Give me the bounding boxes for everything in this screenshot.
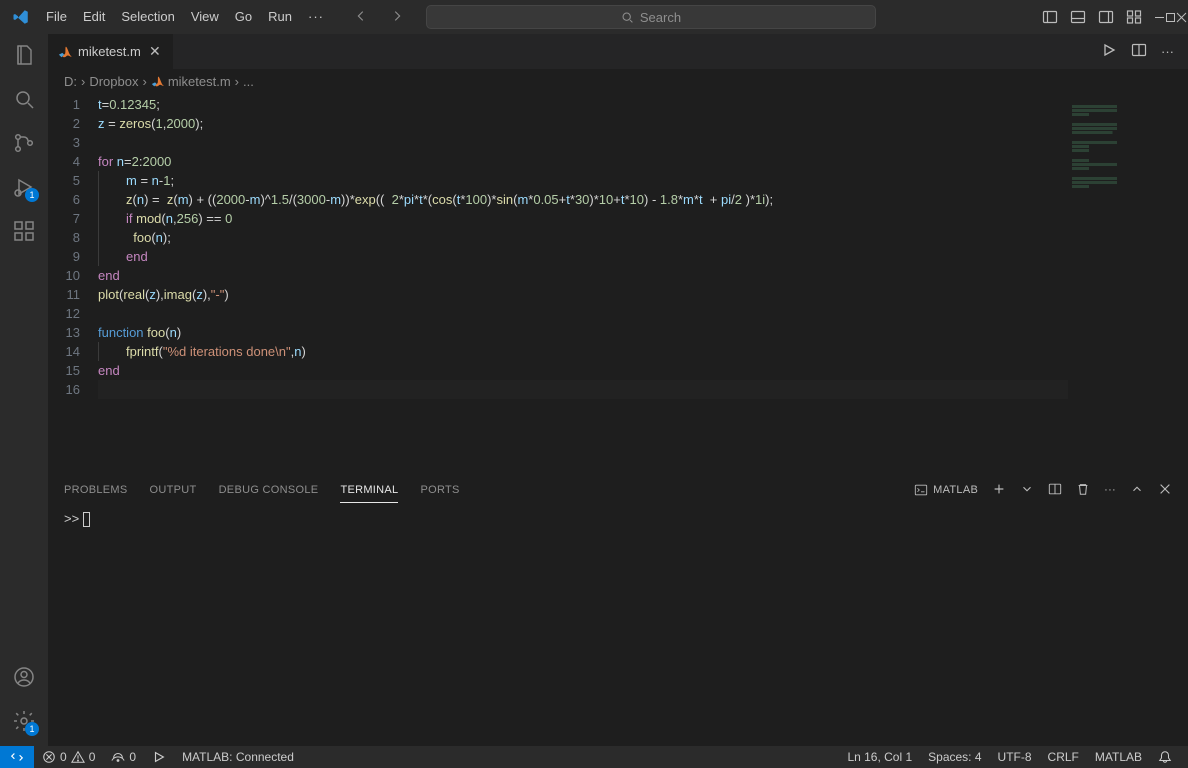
layout-controls [1042, 9, 1184, 25]
panel-overflow-icon[interactable]: ··· [1104, 484, 1116, 496]
editor-tabs: miketest.m ✕ ··· [48, 34, 1188, 69]
explorer-icon[interactable] [11, 42, 37, 68]
panel-tab-debug-console[interactable]: DEBUG CONSOLE [219, 478, 319, 502]
crumb-more[interactable]: ... [243, 74, 254, 89]
menu-overflow[interactable]: ··· [300, 0, 332, 34]
split-terminal-icon[interactable] [1048, 482, 1062, 499]
panel-tab-ports[interactable]: PORTS [420, 478, 459, 502]
customize-layout-icon[interactable] [1126, 9, 1142, 25]
breadcrumb[interactable]: D: › Dropbox › miketest.m › ... [48, 69, 1188, 93]
notifications-icon[interactable] [1150, 750, 1180, 764]
terminal-prompt: >> [64, 511, 79, 526]
terminal-body[interactable]: >> [48, 505, 1188, 746]
editor-region: miketest.m ✕ ··· D: › Dropbox › miketest… [48, 34, 1188, 746]
search-icon[interactable] [11, 86, 37, 112]
tab-title: miketest.m [78, 44, 141, 59]
new-terminal-icon[interactable] [992, 482, 1006, 499]
code-editor[interactable]: 12345678910111213141516 t=0.12345;z = ze… [48, 93, 1188, 474]
vscode-icon [4, 8, 38, 26]
menu-run[interactable]: Run [260, 0, 300, 34]
source-control-icon[interactable] [11, 130, 37, 156]
cursor-position[interactable]: Ln 16, Col 1 [839, 750, 920, 764]
activity-bar: 1 1 [0, 34, 48, 746]
chevron-right-icon: › [235, 74, 239, 89]
matlab-status[interactable]: MATLAB: Connected [174, 750, 302, 764]
search-icon [621, 11, 634, 24]
terminal-profile[interactable]: MATLAB [914, 483, 978, 497]
crumb-drive[interactable]: D: [64, 74, 77, 89]
menu-go[interactable]: Go [227, 0, 260, 34]
search-placeholder: Search [640, 10, 681, 25]
extensions-icon[interactable] [11, 218, 37, 244]
matlab-file-icon [58, 45, 72, 59]
split-editor-icon[interactable] [1131, 42, 1147, 61]
window-maximize-icon[interactable] [1165, 0, 1176, 34]
terminal-dropdown-icon[interactable] [1020, 482, 1034, 499]
toggle-secondary-sidebar-icon[interactable] [1098, 9, 1114, 25]
menu-view[interactable]: View [183, 0, 227, 34]
matlab-file-icon [151, 75, 164, 88]
nav-forward-icon[interactable] [390, 9, 404, 26]
crumb-folder[interactable]: Dropbox [89, 74, 138, 89]
chevron-right-icon: › [81, 74, 85, 89]
nav-back-icon[interactable] [354, 9, 368, 26]
window-minimize-icon[interactable] [1154, 0, 1165, 34]
debug-status-icon[interactable] [144, 750, 174, 764]
window-close-icon[interactable] [1176, 0, 1187, 34]
toggle-panel-icon[interactable] [1070, 9, 1086, 25]
close-panel-icon[interactable] [1158, 482, 1172, 499]
panel-tab-problems[interactable]: PROBLEMS [64, 478, 128, 502]
status-bar: 0 0 0 MATLAB: Connected Ln 16, Col 1 Spa… [0, 746, 1188, 768]
title-bar: File Edit Selection View Go Run ··· Sear… [0, 0, 1188, 34]
run-code-icon[interactable] [1101, 42, 1117, 61]
toggle-primary-sidebar-icon[interactable] [1042, 9, 1058, 25]
bottom-panel: PROBLEMS OUTPUT DEBUG CONSOLE TERMINAL PORTS… [48, 474, 1188, 746]
chevron-right-icon: › [142, 74, 146, 89]
code-content[interactable]: t=0.12345;z = zeros(1,2000);for n=2:2000… [98, 93, 1068, 474]
maximize-panel-icon[interactable] [1130, 482, 1144, 499]
menu-selection[interactable]: Selection [113, 0, 182, 34]
settings-gear-icon[interactable]: 1 [11, 708, 37, 734]
run-debug-icon[interactable]: 1 [11, 174, 37, 200]
menu-file[interactable]: File [38, 0, 75, 34]
panel-tabs: PROBLEMS OUTPUT DEBUG CONSOLE TERMINAL PORTS… [48, 475, 1188, 505]
minimap[interactable] [1068, 93, 1188, 474]
line-numbers: 12345678910111213141516 [48, 93, 98, 474]
panel-tab-output[interactable]: OUTPUT [150, 478, 197, 502]
problems-status[interactable]: 0 0 [34, 750, 103, 764]
kill-terminal-icon[interactable] [1076, 482, 1090, 499]
menu-edit[interactable]: Edit [75, 0, 113, 34]
remote-indicator-icon[interactable] [0, 746, 34, 768]
language-mode[interactable]: MATLAB [1087, 750, 1150, 764]
crumb-file[interactable]: miketest.m [151, 74, 231, 89]
menu-bar: File Edit Selection View Go Run ··· [38, 0, 332, 34]
tab-miketest[interactable]: miketest.m ✕ [48, 34, 174, 69]
terminal-cursor [83, 512, 90, 527]
ports-status[interactable]: 0 [103, 750, 144, 764]
indentation[interactable]: Spaces: 4 [920, 750, 989, 764]
panel-tab-terminal[interactable]: TERMINAL [340, 478, 398, 503]
encoding[interactable]: UTF-8 [990, 750, 1040, 764]
nav-arrows [354, 9, 404, 26]
eol[interactable]: CRLF [1040, 750, 1087, 764]
editor-overflow-icon[interactable]: ··· [1161, 44, 1174, 59]
tab-close-icon[interactable]: ✕ [147, 44, 163, 60]
accounts-icon[interactable] [11, 664, 37, 690]
search-box[interactable]: Search [426, 5, 876, 29]
